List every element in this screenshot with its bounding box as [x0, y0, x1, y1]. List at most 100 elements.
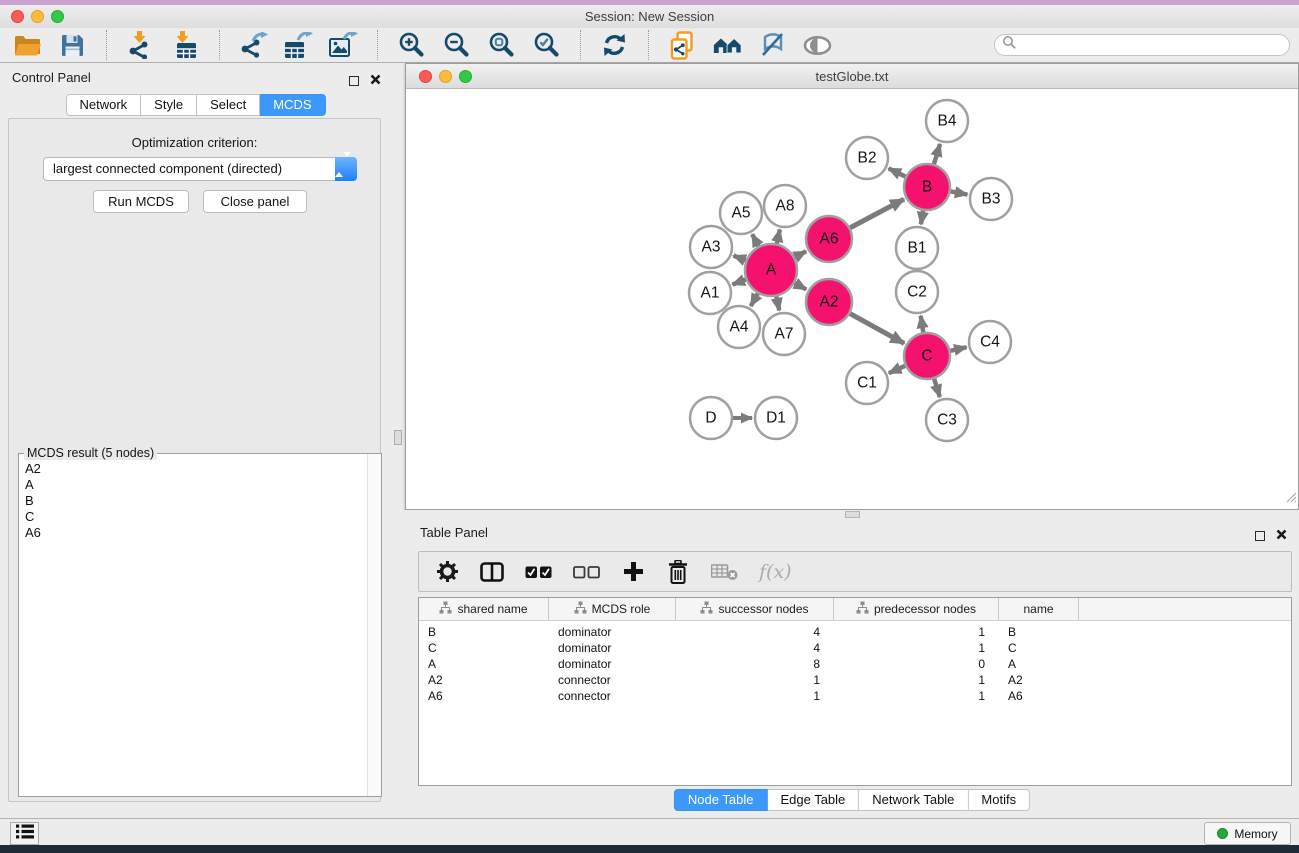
vertical-splitter[interactable] [391, 63, 405, 810]
optimization-criterion-select[interactable]: largest connected component (directed) [43, 157, 357, 181]
graph-edge-A-A6[interactable] [795, 251, 806, 257]
clone-network-icon[interactable] [668, 30, 697, 60]
graph-edge-C-C3[interactable] [934, 379, 940, 397]
tab-style[interactable]: Style [141, 94, 197, 116]
table-cell[interactable]: 1 [676, 672, 834, 688]
graph-edge-B-B4[interactable] [934, 144, 940, 164]
mcds-result-scrollbar[interactable] [367, 454, 381, 796]
table-cell[interactable]: 4 [676, 640, 834, 656]
settings-gear-icon[interactable] [435, 559, 459, 585]
table-cell[interactable]: 4 [676, 624, 834, 640]
graph-edge-A-A3[interactable] [733, 256, 745, 261]
table-cell[interactable]: connector [549, 672, 676, 688]
node-table[interactable]: shared nameMCDS rolesuccessor nodesprede… [418, 597, 1292, 786]
export-network-icon[interactable] [239, 30, 268, 60]
tab-edge-table[interactable]: Edge Table [767, 789, 859, 811]
tab-motifs[interactable]: Motifs [968, 789, 1030, 811]
table-cell[interactable]: dominator [549, 624, 676, 640]
zoom-selected-icon[interactable] [532, 30, 561, 60]
tab-mcds[interactable]: MCDS [260, 94, 325, 116]
add-column-icon[interactable] [621, 559, 645, 585]
table-cell[interactable]: 0 [834, 656, 999, 672]
table-cell[interactable]: B [419, 624, 549, 640]
graph-edge-B-B1[interactable] [921, 211, 923, 225]
float-panel-icon[interactable] [349, 76, 359, 86]
graph-edge-B-B2[interactable] [889, 168, 906, 176]
table-cell[interactable]: 1 [834, 624, 999, 640]
column-header-successor-nodes[interactable]: successor nodes [676, 598, 834, 620]
search-input[interactable] [994, 34, 1290, 56]
open-file-icon[interactable] [13, 30, 42, 60]
splitter-handle[interactable] [845, 511, 860, 518]
graph-edge-A6-B[interactable] [850, 199, 904, 228]
column-header-predecessor-nodes[interactable]: predecessor nodes [834, 598, 999, 620]
show-column-icon[interactable] [480, 559, 504, 585]
save-session-icon[interactable] [58, 30, 87, 60]
eye-icon[interactable] [803, 30, 832, 60]
float-panel-icon[interactable] [1255, 531, 1265, 541]
import-table-icon[interactable] [171, 30, 200, 60]
refresh-layout-icon[interactable] [600, 30, 629, 60]
table-cell[interactable]: 8 [676, 656, 834, 672]
zoom-out-icon[interactable] [442, 30, 471, 60]
table-cell[interactable]: dominator [549, 640, 676, 656]
tab-network[interactable]: Network [65, 94, 141, 116]
graph-edge-A-A1[interactable] [732, 280, 745, 285]
table-row[interactable]: A6connector11A6 [419, 688, 1291, 704]
table-cell[interactable]: connector [549, 688, 676, 704]
run-mcds-button[interactable]: Run MCDS [93, 190, 189, 213]
show-tasks-button[interactable] [10, 822, 39, 845]
tab-select[interactable]: Select [197, 94, 260, 116]
memory-button[interactable]: Memory [1204, 822, 1291, 845]
table-cell[interactable]: 1 [834, 688, 999, 704]
zoom-fit-icon[interactable] [487, 30, 516, 60]
graph-edge-A2-C[interactable] [850, 314, 904, 344]
table-row[interactable]: Cdominator41C [419, 640, 1291, 656]
import-network-icon[interactable] [126, 30, 155, 60]
graph-edge-A-A8[interactable] [777, 229, 780, 243]
first-neighbors-icon[interactable] [713, 30, 742, 60]
table-cell[interactable]: B [999, 624, 1079, 640]
deselect-all-checkboxes-icon[interactable] [573, 559, 600, 585]
delete-table-icon[interactable] [711, 559, 738, 585]
table-row[interactable]: Bdominator41B [419, 624, 1291, 640]
table-cell[interactable]: 1 [676, 688, 834, 704]
tab-network-table[interactable]: Network Table [859, 789, 968, 811]
close-panel-button[interactable]: Close panel [203, 190, 307, 213]
table-cell[interactable]: A2 [419, 672, 549, 688]
close-panel-icon[interactable] [370, 72, 381, 90]
select-all-checkboxes-icon[interactable] [525, 559, 552, 585]
table-cell[interactable]: A [419, 656, 549, 672]
table-cell[interactable]: dominator [549, 656, 676, 672]
column-header-name[interactable]: name [999, 598, 1079, 620]
table-cell[interactable]: 1 [834, 672, 999, 688]
table-cell[interactable]: A [999, 656, 1079, 672]
table-cell[interactable]: 1 [834, 640, 999, 656]
table-cell[interactable]: A2 [999, 672, 1079, 688]
delete-column-icon[interactable] [666, 559, 690, 585]
network-window-titlebar[interactable]: testGlobe.txt [406, 64, 1298, 89]
export-table-icon[interactable] [284, 30, 313, 60]
column-header-MCDS-role[interactable]: MCDS role [549, 598, 676, 620]
network-graph[interactable]: B4B2BB3A8A5A6A3B1AC2A1A2A4A7C4CC1DD1C3 [406, 90, 1298, 509]
graph-edge-C-C4[interactable] [950, 347, 966, 351]
graph-edge-A-A7[interactable] [776, 296, 779, 310]
tab-node-table[interactable]: Node Table [674, 789, 768, 811]
splitter-handle[interactable] [394, 430, 402, 445]
table-row[interactable]: A2connector11A2 [419, 672, 1291, 688]
zoom-in-icon[interactable] [397, 30, 426, 60]
graph-edge-C-C1[interactable] [889, 366, 905, 373]
close-panel-icon[interactable] [1276, 527, 1287, 545]
graph-edge-C-C2[interactable] [921, 316, 924, 333]
graphics-details-icon[interactable] [758, 30, 787, 60]
column-header-shared-name[interactable]: shared name [419, 598, 549, 620]
table-cell[interactable]: C [999, 640, 1079, 656]
table-cell[interactable]: C [419, 640, 549, 656]
horizontal-splitter[interactable] [405, 510, 1299, 518]
export-image-icon[interactable] [329, 30, 358, 60]
network-canvas[interactable]: B4B2BB3A8A5A6A3B1AC2A1A2A4A7C4CC1DD1C3 [406, 90, 1298, 509]
graph-edge-A-A4[interactable] [751, 294, 758, 307]
graph-edge-A-A2[interactable] [795, 283, 807, 289]
table-row[interactable]: Adominator80A [419, 656, 1291, 672]
graph-edge-A-A5[interactable] [752, 234, 758, 246]
